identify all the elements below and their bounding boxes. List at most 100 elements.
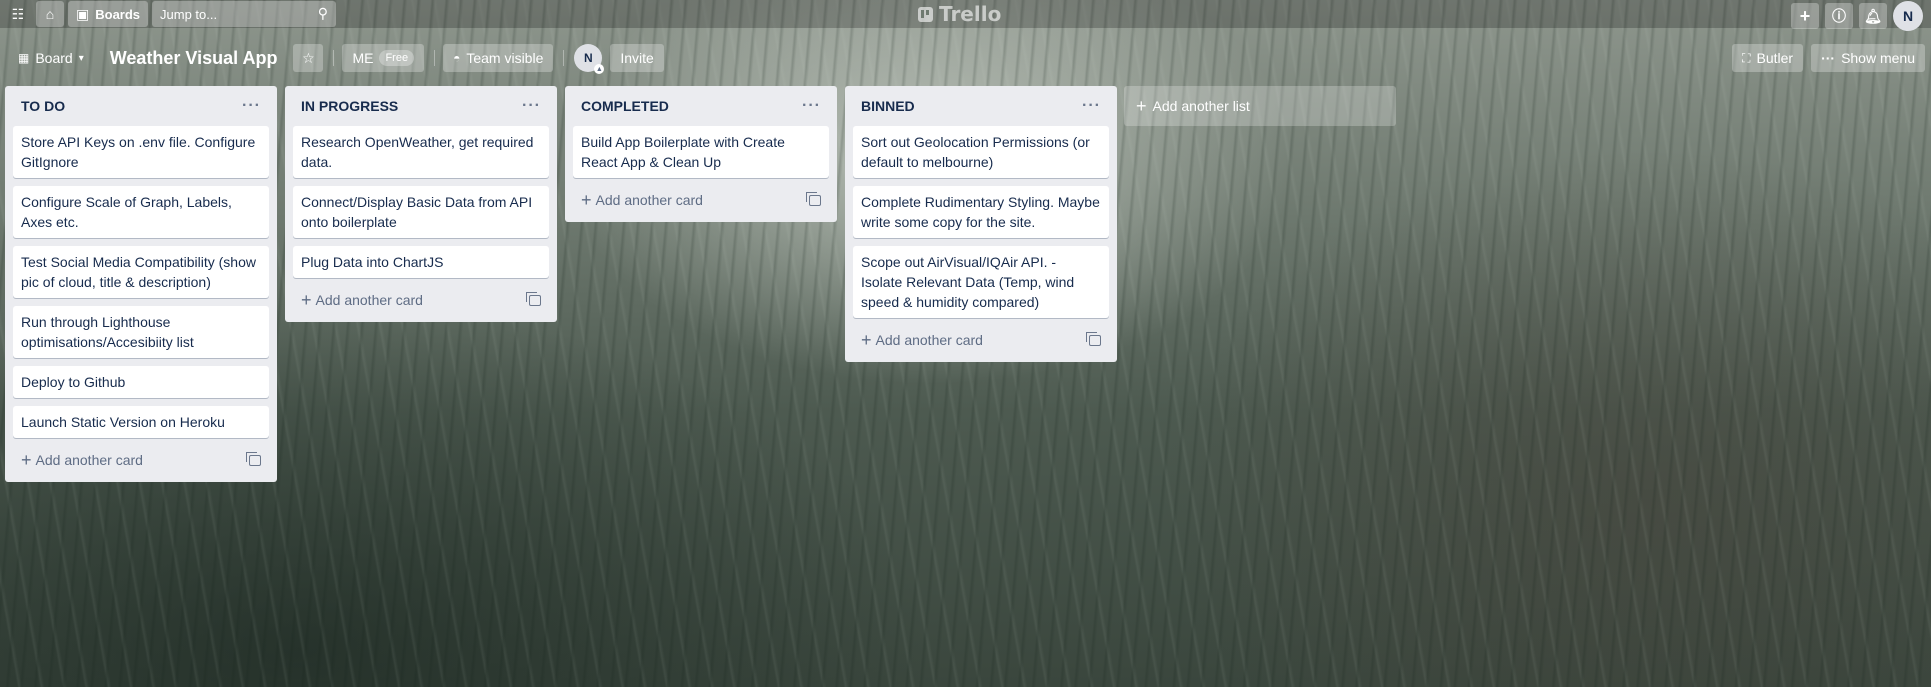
user-avatar-initial: N	[1902, 8, 1914, 24]
plus-icon: +	[861, 330, 872, 350]
trello-logo-text: Trello	[939, 2, 1002, 26]
list-menu-icon[interactable]: ···	[518, 97, 545, 115]
add-card-row: + Add another card	[293, 286, 549, 314]
card-template-icon[interactable]	[1086, 331, 1101, 346]
plus-icon: +	[1799, 5, 1811, 26]
card[interactable]: Launch Static Version on Heroku	[13, 406, 269, 438]
list-title[interactable]: IN PROGRESS	[301, 98, 398, 114]
list-header[interactable]: IN PROGRESS ···	[293, 86, 549, 126]
visibility-label: Team visible	[466, 50, 544, 66]
workspace-label: ME	[352, 50, 374, 66]
list-in-progress[interactable]: IN PROGRESS ··· Research OpenWeather, ge…	[285, 86, 557, 322]
plus-icon: +	[581, 190, 592, 210]
show-menu-label: Show menu	[1841, 50, 1915, 66]
card-template-icon[interactable]	[526, 291, 541, 306]
add-card-label: Add another card	[595, 192, 703, 208]
member-initial: N	[584, 51, 593, 65]
chevron-down-icon: ▾	[78, 52, 84, 64]
invite-button[interactable]: Invite	[610, 44, 664, 72]
card-template-icon[interactable]	[806, 191, 821, 206]
add-list-button[interactable]: + Add another list	[1124, 86, 1396, 126]
add-card-row: + Add another card	[13, 446, 269, 474]
header-actions: + ⓘ 🔔︎ N	[1791, 1, 1923, 31]
create-button[interactable]: +	[1791, 3, 1819, 29]
card[interactable]: Test Social Media Compatibility (show pi…	[13, 246, 269, 298]
app-switcher-button[interactable]: ☷	[4, 1, 32, 27]
card[interactable]: Research OpenWeather, get required data.	[293, 126, 549, 178]
trello-logo[interactable]: Trello	[918, 2, 1001, 26]
list-completed[interactable]: COMPLETED ··· Build App Boilerplate with…	[565, 86, 837, 222]
team-visibility-icon: ◓	[453, 51, 461, 65]
add-card-row: + Add another card	[573, 186, 829, 214]
boards-icon: ▣	[76, 5, 90, 22]
board-title[interactable]: Weather Visual App	[102, 42, 286, 74]
add-card-label: Add another card	[35, 452, 143, 468]
header-divider	[434, 50, 436, 66]
list-header[interactable]: TO DO ···	[13, 86, 269, 126]
member-avatar[interactable]: N ▲	[574, 44, 605, 74]
header-divider	[333, 50, 335, 66]
visibility-button[interactable]: ◓ Team visible	[443, 44, 554, 72]
board-header: ▦ Board ▾ Weather Visual App ☆ ME Free ◓…	[0, 40, 1931, 76]
bell-icon: 🔔︎	[1864, 7, 1882, 24]
add-card-button[interactable]: + Add another card	[861, 331, 983, 349]
board-header-actions: ⛶ Butler ··· Show menu	[1732, 44, 1925, 72]
star-icon: ☆	[302, 49, 315, 66]
add-list-label: Add another list	[1152, 98, 1250, 114]
card[interactable]: Complete Rudimentary Styling. Maybe writ…	[853, 186, 1109, 238]
search-input[interactable]	[152, 1, 337, 27]
butler-button[interactable]: ⛶ Butler	[1732, 44, 1804, 72]
card[interactable]: Plug Data into ChartJS	[293, 246, 549, 278]
list-menu-icon[interactable]: ···	[798, 97, 825, 115]
plan-badge: Free	[379, 50, 415, 66]
home-icon: ⌂	[45, 6, 55, 22]
list-title[interactable]: COMPLETED	[581, 98, 669, 114]
list-header[interactable]: COMPLETED ···	[573, 86, 829, 126]
board-view-switcher[interactable]: ▦ Board ▾	[8, 44, 94, 72]
card[interactable]: Configure Scale of Graph, Labels, Axes e…	[13, 186, 269, 238]
butler-label: Butler	[1756, 50, 1794, 66]
plus-icon: +	[301, 290, 312, 310]
list-header[interactable]: BINNED ···	[853, 86, 1109, 126]
list-title[interactable]: BINNED	[861, 98, 915, 114]
list-title[interactable]: TO DO	[21, 98, 65, 114]
card[interactable]: Run through Lighthouse optimisations/Acc…	[13, 306, 269, 358]
add-card-label: Add another card	[875, 332, 983, 348]
board-view-label: Board	[35, 50, 73, 66]
trello-logo-icon	[918, 6, 933, 22]
user-avatar[interactable]: N	[1893, 1, 1923, 31]
add-card-button[interactable]: + Add another card	[21, 451, 143, 469]
home-button[interactable]: ⌂	[36, 1, 64, 27]
search-icon[interactable]: ⚲	[318, 5, 328, 22]
invite-label: Invite	[620, 50, 654, 66]
plus-icon: +	[21, 450, 32, 470]
list-binned[interactable]: BINNED ··· Sort out Geolocation Permissi…	[845, 86, 1117, 362]
list-menu-icon[interactable]: ···	[238, 97, 265, 115]
more-icon: ···	[1821, 50, 1836, 66]
star-button[interactable]: ☆	[293, 44, 324, 72]
info-icon: ⓘ	[1832, 8, 1846, 24]
plus-icon: +	[1136, 95, 1147, 116]
add-card-row: + Add another card	[853, 326, 1109, 354]
search-box[interactable]: ⚲	[152, 1, 337, 27]
grid-icon: ☷	[11, 5, 25, 22]
add-card-button[interactable]: + Add another card	[581, 191, 703, 209]
boards-button[interactable]: ▣ Boards	[68, 1, 149, 27]
board-view-icon: ▦	[18, 51, 30, 65]
add-card-button[interactable]: + Add another card	[301, 291, 423, 309]
notifications-button[interactable]: 🔔︎	[1859, 3, 1887, 29]
card[interactable]: Sort out Geolocation Permissions (or def…	[853, 126, 1109, 178]
header-divider	[563, 50, 565, 66]
card[interactable]: Build App Boilerplate with Create React …	[573, 126, 829, 178]
card[interactable]: Deploy to Github	[13, 366, 269, 398]
show-menu-button[interactable]: ··· Show menu	[1811, 44, 1925, 72]
card[interactable]: Store API Keys on .env file. Configure G…	[13, 126, 269, 178]
boards-label: Boards	[95, 6, 141, 22]
card[interactable]: Scope out AirVisual/IQAir API. - Isolate…	[853, 246, 1109, 318]
list-menu-icon[interactable]: ···	[1078, 97, 1105, 115]
list-to-do[interactable]: TO DO ··· Store API Keys on .env file. C…	[5, 86, 277, 482]
card[interactable]: Connect/Display Basic Data from API onto…	[293, 186, 549, 238]
info-button[interactable]: ⓘ	[1825, 3, 1853, 29]
workspace-button[interactable]: ME Free	[342, 44, 425, 72]
card-template-icon[interactable]	[246, 451, 261, 466]
